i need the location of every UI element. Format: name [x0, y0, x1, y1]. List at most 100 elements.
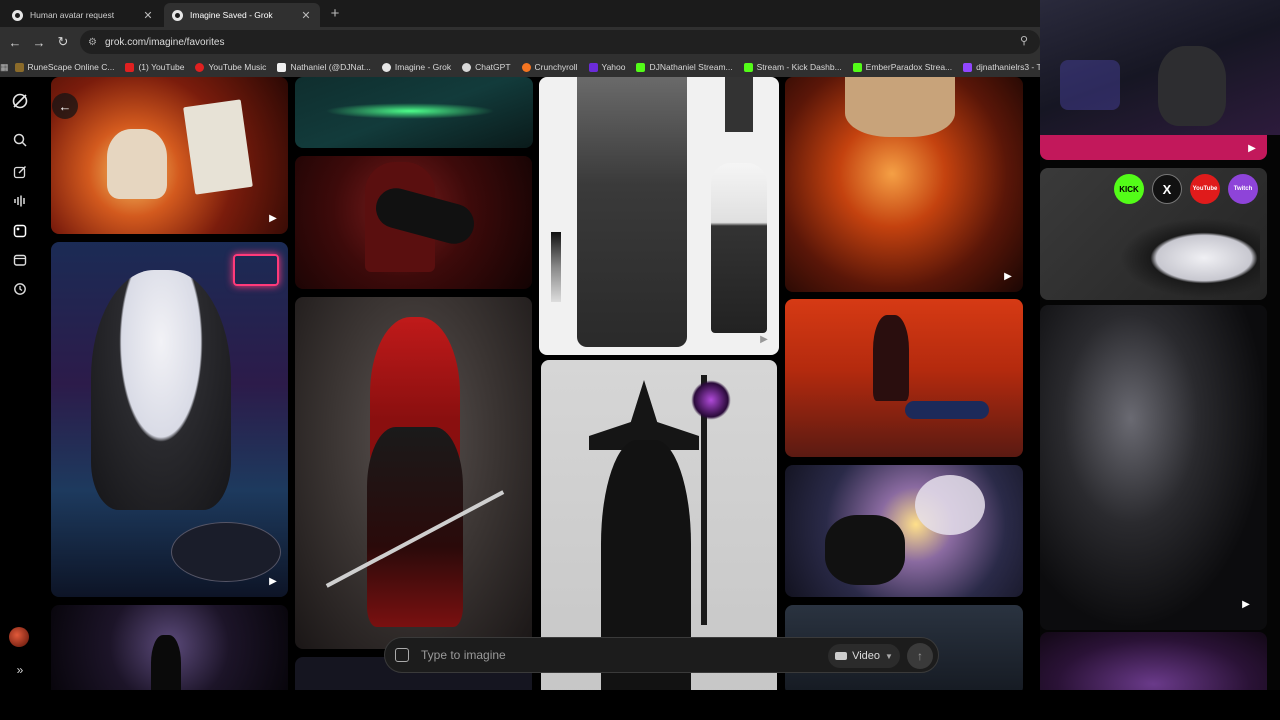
edit-icon[interactable]: [10, 162, 30, 182]
address-bar[interactable]: ⚙ grok.com/imagine/favorites ⚲: [80, 30, 1040, 54]
back-arrow-icon[interactable]: ←: [3, 35, 27, 50]
url-text: grok.com/imagine/favorites: [104, 36, 225, 48]
fallen-figure-image: [905, 401, 989, 419]
cafe-table-image: [171, 522, 281, 582]
color-swatch-image: [551, 232, 561, 302]
video-play-icon[interactable]: ▶: [1245, 142, 1259, 156]
bookmark-twitch[interactable]: djnathanielrs3 - Twit...: [963, 62, 1040, 72]
gothic-dress-image: [367, 427, 463, 627]
back-view-figure-image: [711, 163, 767, 333]
green-energy-image: [325, 103, 495, 119]
bookmark-youtube-music[interactable]: YouTube Music: [195, 62, 266, 72]
apps-grid-icon[interactable]: ▦: [0, 62, 9, 73]
image-tile-green-lightning[interactable]: [295, 77, 533, 148]
bookmark-kick-dashboard[interactable]: Stream - Kick Dashb...: [743, 62, 842, 72]
site-info-icon[interactable]: ⚙: [88, 37, 97, 48]
expand-sidebar-icon[interactable]: »: [10, 660, 30, 680]
anime-character-image: [91, 270, 231, 510]
browser-toolbar: ← → ↻ ⚙ grok.com/imagine/favorites ⚲: [0, 27, 1040, 57]
kick-icon: KICK: [1114, 174, 1144, 204]
grok-logo-icon[interactable]: [10, 91, 30, 111]
bookmark-emberparadox[interactable]: EmberParadox Strea...: [852, 62, 952, 72]
tab-human-avatar-request[interactable]: Human avatar request ✕: [4, 3, 162, 27]
video-camera-icon: [835, 652, 848, 660]
image-tile-lava-warrior[interactable]: [785, 299, 1023, 457]
image-tile-fire-demons[interactable]: ▶: [785, 77, 1023, 292]
image-tile-pink-partial[interactable]: ▶: [1040, 135, 1267, 160]
history-icon[interactable]: [10, 279, 30, 299]
x-icon: [277, 62, 287, 72]
front-view-figure-image: [577, 77, 687, 347]
tab-imagine-saved[interactable]: Imagine Saved - Grok ✕: [164, 3, 320, 27]
anime-character-image: [1120, 218, 1260, 298]
bookmark-crunchyroll[interactable]: Crunchyroll: [521, 62, 578, 72]
chatgpt-icon: [462, 62, 472, 72]
kick-icon: [636, 62, 646, 72]
tab-title: Imagine Saved - Grok: [190, 10, 273, 20]
image-tile-angel-battle[interactable]: [785, 465, 1023, 597]
streamer-image: [1158, 46, 1226, 126]
app-sidebar: »: [0, 77, 42, 690]
send-button[interactable]: ↑: [907, 643, 933, 669]
bookmark-youtube[interactable]: (1) YouTube: [125, 62, 184, 72]
bookmark-imagine-grok[interactable]: Imagine - Grok: [381, 62, 451, 72]
paper-scroll-image: [183, 99, 253, 195]
back-button[interactable]: ←: [52, 93, 78, 119]
youtube-icon: [125, 62, 135, 72]
crunchyroll-icon: [521, 62, 531, 72]
reload-icon[interactable]: ↻: [51, 34, 75, 50]
image-tile-anime-coffee-girl[interactable]: ▶: [51, 242, 288, 597]
imagine-icon[interactable]: [10, 221, 30, 241]
forward-arrow-icon[interactable]: →: [27, 35, 51, 50]
voice-icon[interactable]: [10, 191, 30, 211]
youtube-icon: YouTube: [1190, 174, 1220, 204]
bookmark-yahoo[interactable]: Yahoo: [588, 62, 625, 72]
search-icon[interactable]: [10, 130, 30, 150]
chevron-down-icon: ▼: [885, 651, 893, 661]
image-tile-throne-woman[interactable]: [295, 156, 532, 289]
mode-label: Video: [852, 650, 880, 662]
neon-open-sign-image: [233, 254, 279, 286]
new-tab-button[interactable]: +: [327, 5, 343, 22]
bookmarks-bar: ▦ RuneScape Online C... (1) YouTube YouT…: [0, 57, 1040, 77]
image-tile-space-nebula[interactable]: ▶: [1040, 305, 1267, 630]
zoom-icon[interactable]: ⚲: [1020, 34, 1028, 47]
twitch-icon: [963, 62, 973, 72]
projects-icon[interactable]: [10, 250, 30, 270]
bookmark-djnathaniel-stream[interactable]: DJNathaniel Stream...: [636, 62, 733, 72]
silhouette-figure-image: [151, 635, 181, 690]
video-play-icon[interactable]: ▶: [1001, 270, 1015, 284]
imagine-prompt-bar: Video ▼ ↑: [384, 637, 939, 673]
twitch-icon: Twitch: [1228, 174, 1258, 204]
video-play-icon[interactable]: ▶: [1239, 598, 1253, 612]
image-tile-character-sheet[interactable]: ▶: [539, 77, 779, 355]
tab-title: Human avatar request: [30, 10, 115, 20]
chatgpt-favicon-icon: [12, 9, 23, 21]
video-play-icon[interactable]: ▶: [266, 212, 280, 226]
image-tile-dark-angel[interactable]: [51, 605, 288, 690]
bookmark-runescape[interactable]: RuneScape Online C...: [14, 62, 114, 72]
bottom-black-bar: [0, 690, 1280, 720]
grok-icon: [381, 62, 391, 72]
image-tile-red-hair-swordswoman[interactable]: [295, 297, 532, 649]
close-tab-icon[interactable]: ✕: [300, 9, 312, 22]
youtube-music-icon: [195, 62, 205, 72]
user-avatar[interactable]: [9, 627, 29, 647]
dark-wings-figure-image: [825, 515, 905, 585]
bookmark-x-profile[interactable]: Nathaniel (@DJNat...: [277, 62, 371, 72]
video-play-icon[interactable]: ▶: [757, 333, 771, 347]
grok-favicon-icon: [172, 9, 183, 21]
image-tile-social-banner[interactable]: KICK X YouTube Twitch: [1040, 168, 1267, 300]
video-mode-dropdown[interactable]: Video ▼: [828, 644, 900, 668]
angel-wings-image: [915, 475, 985, 535]
kick-icon: [852, 62, 862, 72]
horse-image: [107, 129, 167, 199]
attach-image-icon[interactable]: [395, 648, 409, 662]
image-tile-purple-crystal[interactable]: [1040, 632, 1267, 690]
image-tile-fire-horse[interactable]: ▶: [51, 77, 288, 234]
video-play-icon[interactable]: ▶: [266, 575, 280, 589]
imagine-prompt-input[interactable]: [421, 648, 801, 662]
kick-icon: [743, 62, 753, 72]
bookmark-chatgpt[interactable]: ChatGPT: [462, 62, 511, 72]
close-tab-icon[interactable]: ✕: [142, 9, 154, 22]
